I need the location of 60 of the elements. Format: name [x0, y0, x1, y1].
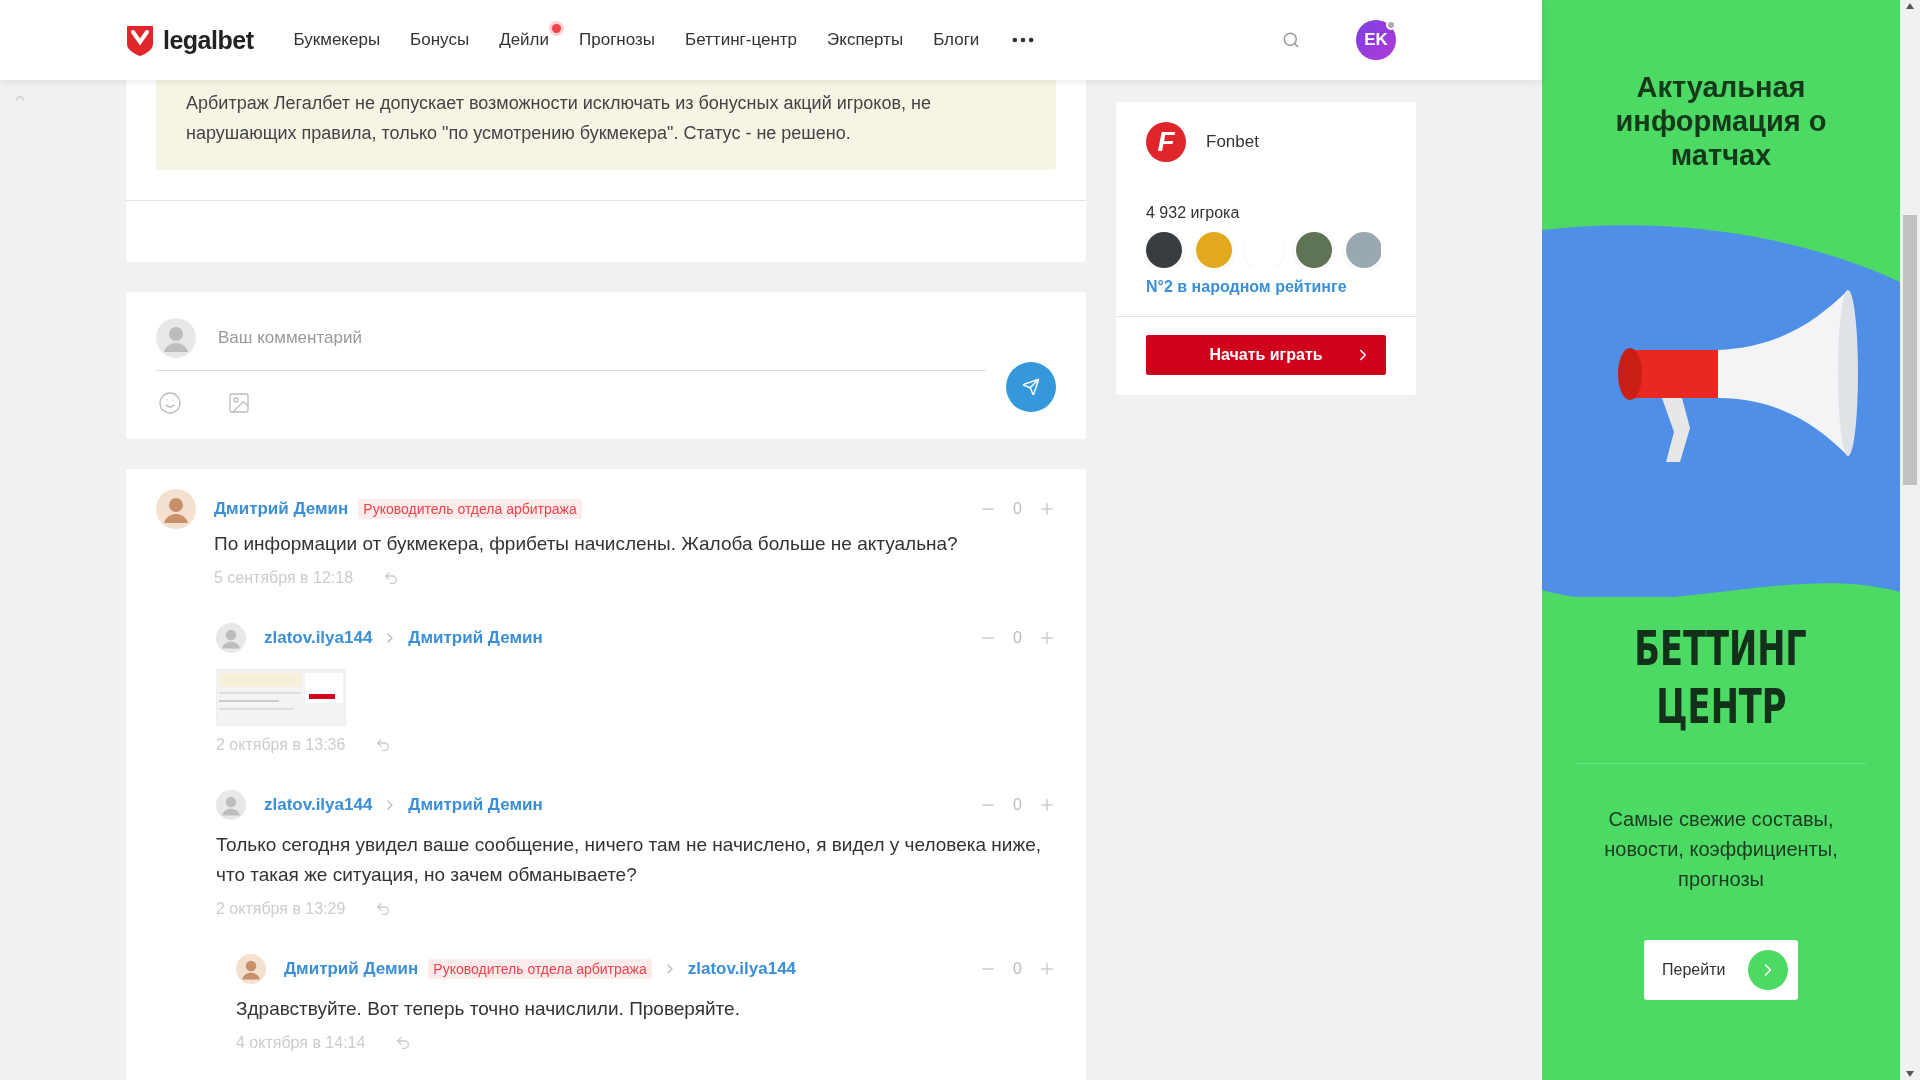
logo-icon[interactable] [125, 24, 155, 56]
reply-to-author[interactable]: Дмитрий Демин [408, 795, 543, 815]
upvote-icon[interactable] [1038, 796, 1056, 814]
ad-heading: БЕТТИНГ [1634, 619, 1808, 677]
players-count: 4 932 игрока [1146, 204, 1241, 222]
ad-text: Самые свежие составы, новости, коэффициенты, прогнозы [1603, 807, 1839, 892]
user-avatar[interactable]: EK [1356, 20, 1396, 60]
upvote-icon[interactable] [1038, 629, 1056, 647]
reply-icon[interactable] [395, 1035, 412, 1051]
vote-count: 0 [1013, 960, 1022, 978]
comment-author[interactable]: Дмитрий Демин [214, 499, 349, 519]
upvote-icon[interactable] [1038, 960, 1056, 978]
go-button[interactable]: Перейти [1644, 940, 1798, 1000]
nav-link[interactable]: Бонусы [410, 30, 470, 50]
arrow-circle-icon [1748, 950, 1788, 990]
player-avatar[interactable] [1146, 232, 1182, 268]
comment-author[interactable]: zlatov.ilya144 [264, 795, 373, 815]
reply-icon[interactable] [375, 737, 392, 753]
reply-to-author[interactable]: Дмитрий Демин [408, 628, 543, 648]
rating-link[interactable]: N°2 в народном рейтинге [1146, 278, 1386, 296]
comment-author[interactable]: Дмитрий Демин [284, 959, 419, 979]
scrollbar-thumb[interactable] [1903, 215, 1917, 485]
logo-text[interactable]: legalbet [163, 25, 254, 55]
upvote-icon[interactable] [1038, 500, 1056, 518]
ad-title: Актуальная информация о матчах [1614, 70, 1828, 172]
nav-link[interactable]: Эксперты [827, 30, 904, 50]
status-note: Арбитраж Легалбет не допускает возможности исключать из бонусных акций игроков, не нарушающих правила, только "по усмотрению букмекера". Статус - не решено. [156, 80, 1056, 170]
nav-link[interactable]: Прогнозы [579, 30, 656, 50]
screenshot-thumbnail[interactable] [216, 669, 346, 726]
comment-text: Только сегодня увидел ваше сообщение, ничего там не начислено, я видел у человека ниже, что такая же ситуация, но зачем обманываете? [216, 833, 1042, 887]
avatar-icon [156, 318, 196, 358]
vote-count: 0 [1013, 629, 1022, 647]
send-button[interactable] [1006, 361, 1056, 412]
search-icon[interactable] [1282, 31, 1300, 49]
vote-count: 0 [1013, 796, 1022, 814]
reply-icon[interactable] [383, 570, 400, 586]
comment-author[interactable]: zlatov.ilya144 [264, 628, 373, 648]
nav-link[interactable]: Дейли [499, 30, 550, 50]
reply-to-author[interactable]: zlatov.ilya144 [687, 959, 797, 979]
scroll-up-icon[interactable] [1905, 2, 1915, 10]
vote-count: 0 [1013, 500, 1022, 518]
scrollbar[interactable] [1900, 0, 1920, 1080]
nav-link[interactable]: Букмекеры [293, 30, 381, 50]
play-button[interactable]: Начать играть [1146, 335, 1386, 375]
bookmaker-logo[interactable]: F [1146, 122, 1186, 162]
comment-text: По информации от букмекера, фрибеты начислены. Жалоба больше не актуальна? [214, 532, 959, 556]
status-dot [1386, 20, 1396, 30]
role-tag: Руководитель отдела арбитража [428, 959, 652, 979]
emoji-icon[interactable] [158, 391, 182, 415]
nav-link[interactable]: Блоги [933, 30, 980, 50]
send-icon[interactable] [1022, 377, 1040, 396]
role-tag: Руководитель отдела арбитража [358, 499, 582, 519]
reply-icon[interactable] [375, 901, 392, 917]
comment-text: Здравствуйте. Вот теперь точно начислили. Проверяйте. [236, 997, 741, 1021]
scroll-down-icon[interactable] [1905, 1070, 1915, 1078]
player-avatar[interactable] [1296, 232, 1332, 268]
ad-heading: ЦЕНТР [1655, 677, 1787, 735]
image-icon[interactable] [227, 391, 251, 415]
bookmaker-name[interactable]: Fonbet [1206, 132, 1259, 152]
nav-link[interactable]: Беттинг-центр [685, 30, 798, 50]
